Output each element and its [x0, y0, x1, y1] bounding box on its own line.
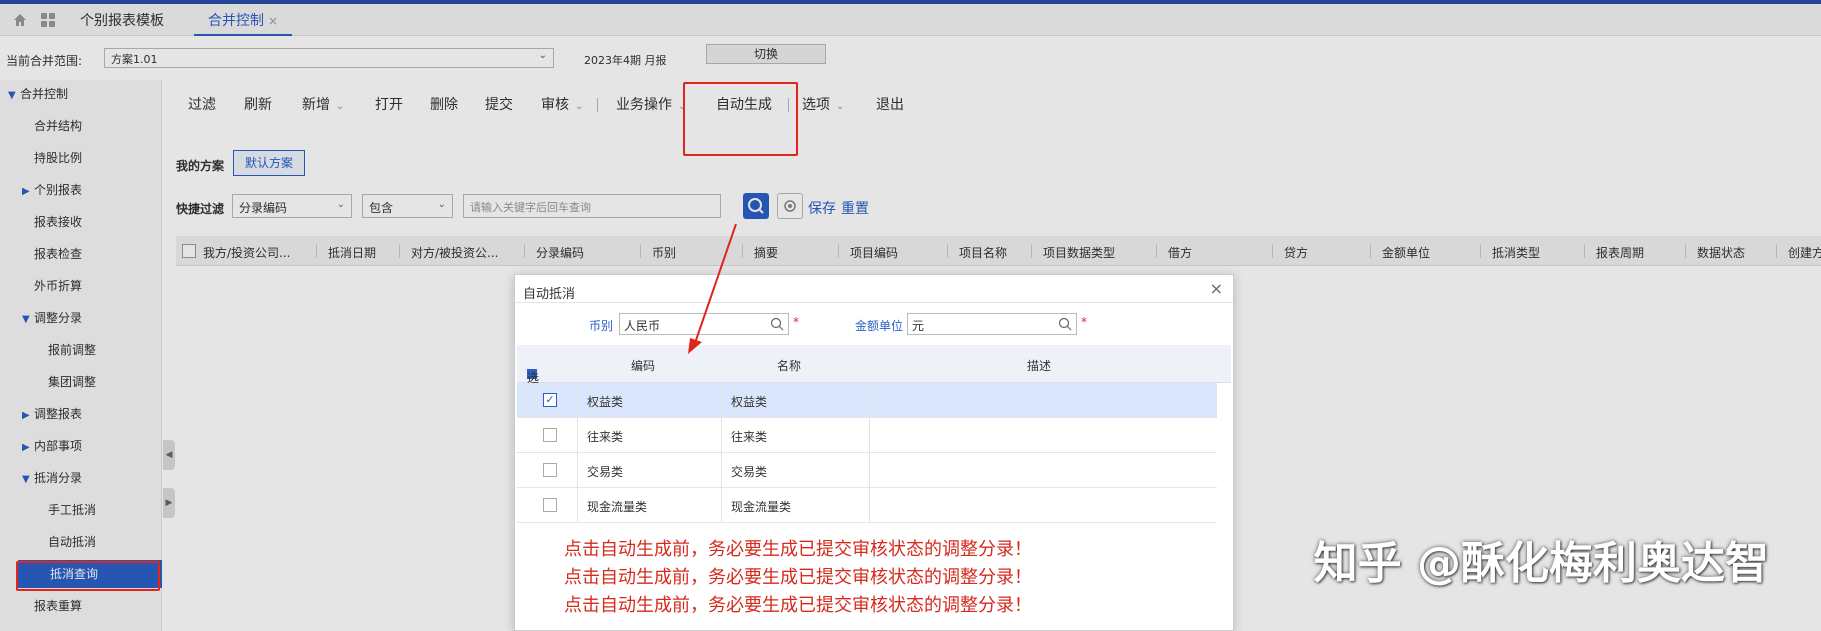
dialog-title: 自动抵消 [523, 287, 576, 302]
cell-divider [869, 488, 870, 523]
row-checkbox[interactable] [543, 463, 557, 477]
code-cell: 权益类 [587, 395, 624, 409]
highlight-autogen-box [683, 82, 798, 156]
code-cell: 交易类 [587, 465, 624, 479]
table-row[interactable]: 交易类 交易类 [517, 453, 1217, 488]
annotation-arrow-icon [688, 223, 737, 354]
required-mark: * [793, 315, 799, 329]
cell-divider [869, 418, 870, 453]
highlight-offset-query-box [16, 561, 160, 591]
cell-divider [721, 488, 722, 523]
cell-divider [577, 488, 578, 523]
desc-col-header: 描述 [1027, 359, 1052, 373]
category-table-header: 选择 编码 名称 描述 [517, 345, 1231, 402]
currency-label: 币别 [589, 319, 614, 333]
auto-offset-dialog: 自动抵消 × 币别 人民币 * 金额单位 元 * 选择 编码 名称 描述 ✓ 权益… [514, 274, 1234, 631]
cell-divider [577, 383, 578, 418]
table-row[interactable]: 现金流量类 现金流量类 [517, 488, 1217, 523]
search-icon[interactable] [770, 317, 784, 331]
zhihu-watermark: 知乎 @酥化梅利奥达智 [1313, 538, 1769, 589]
required-mark: * [1081, 315, 1087, 329]
name-col-header: 名称 [777, 359, 802, 373]
cell-divider [721, 418, 722, 453]
row-checkbox[interactable] [543, 428, 557, 442]
cell-divider [721, 453, 722, 488]
name-cell: 往来类 [731, 430, 768, 444]
table-row[interactable]: ✓ 权益类 权益类 [517, 383, 1217, 418]
cell-divider [721, 383, 722, 418]
amount-unit-field[interactable]: 元 [907, 313, 1077, 335]
currency-value: 人民币 [624, 319, 661, 333]
warning-note: 点击自动生成前，务必要生成已提交审核状态的调整分录！ [564, 595, 1032, 616]
code-cell: 往来类 [587, 430, 624, 444]
cell-divider [869, 453, 870, 488]
search-icon[interactable] [1058, 317, 1072, 331]
cell-divider [577, 418, 578, 453]
warning-note: 点击自动生成前，务必要生成已提交审核状态的调整分录！ [564, 567, 1032, 588]
amount-unit-value: 元 [912, 319, 925, 333]
dialog-header: 自动抵消 × [515, 275, 1233, 303]
table-row[interactable]: 往来类 往来类 [517, 418, 1217, 453]
name-cell: 权益类 [731, 395, 768, 409]
amount-unit-label: 金额单位 [855, 319, 904, 333]
close-icon[interactable]: × [1210, 279, 1223, 298]
cell-divider [869, 383, 870, 418]
name-cell: 现金流量类 [731, 500, 792, 514]
row-checkbox[interactable]: ✓ [543, 393, 557, 407]
row-checkbox[interactable] [543, 498, 557, 512]
code-col-header: 编码 [631, 359, 656, 373]
code-cell: 现金流量类 [587, 500, 648, 514]
name-cell: 交易类 [731, 465, 768, 479]
cell-divider [577, 453, 578, 488]
warning-note: 点击自动生成前，务必要生成已提交审核状态的调整分录！ [564, 539, 1032, 560]
